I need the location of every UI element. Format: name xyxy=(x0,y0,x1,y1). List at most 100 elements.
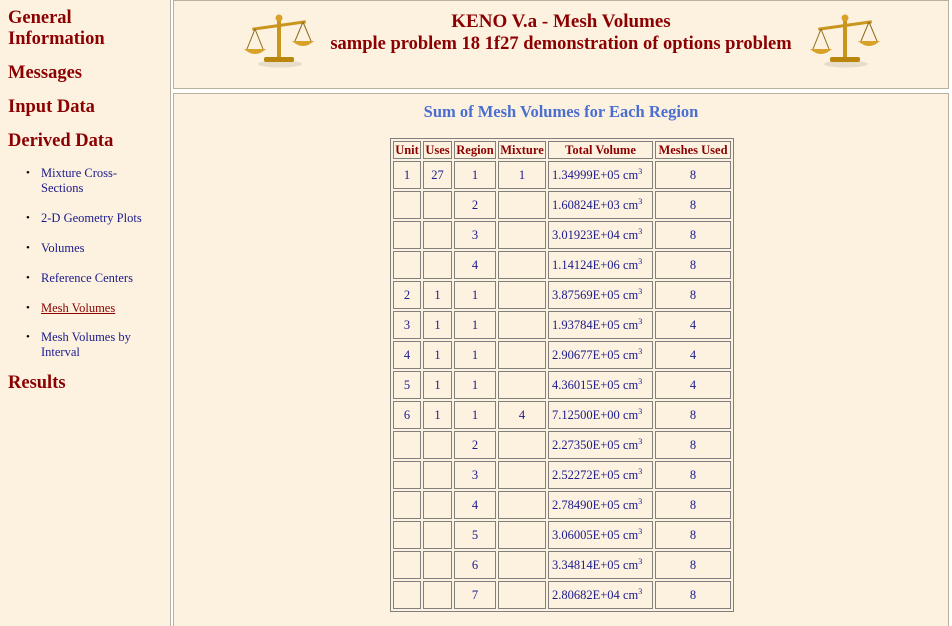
cell-region: 1 xyxy=(454,371,496,399)
nav-heading-input-data[interactable]: Input Data xyxy=(8,97,95,118)
cell-region: 7 xyxy=(454,581,496,609)
nav-item-volumes[interactable]: • Volumes xyxy=(26,241,156,256)
nav-item-label[interactable]: Mesh Volumes xyxy=(41,301,156,316)
cell-total-volume: 1.60824E+03 cm3 xyxy=(548,191,653,219)
mesh-volumes-table: Unit Uses Region Mixture Total Volume Me… xyxy=(390,138,734,612)
cell-region: 4 xyxy=(454,491,496,519)
cell-uses xyxy=(423,521,452,549)
nav-heading-messages[interactable]: Messages xyxy=(8,63,82,84)
nav-heading-general-information[interactable]: General Information xyxy=(8,8,170,50)
cell-mixture: 1 xyxy=(498,161,546,189)
cell-total-volume: 2.52272E+05 cm3 xyxy=(548,461,653,489)
volume-unit: cm xyxy=(622,318,639,333)
cell-unit xyxy=(393,521,421,549)
volume-unit-exponent: 3 xyxy=(638,436,643,446)
cell-mixture xyxy=(498,191,546,219)
volume-unit-exponent: 3 xyxy=(638,586,643,596)
nav-item-mesh-volumes-by-interval[interactable]: • Mesh Volumes by Interval xyxy=(26,330,156,360)
cell-mixture xyxy=(498,341,546,369)
nav-heading-derived-data[interactable]: Derived Data xyxy=(8,131,113,152)
cell-mixture xyxy=(498,371,546,399)
column-header-meshes-used: Meshes Used xyxy=(655,141,731,159)
table-row: 2 2.27350E+05 cm3 8 xyxy=(393,431,731,459)
cell-unit: 5 xyxy=(393,371,421,399)
table-title: Sum of Mesh Volumes for Each Region xyxy=(423,102,699,121)
column-header-unit: Unit xyxy=(393,141,421,159)
cell-total-volume: 7.12500E+00 cm3 xyxy=(548,401,653,429)
cell-total-volume: 1.14124E+06 cm3 xyxy=(548,251,653,279)
cell-meshes-used: 8 xyxy=(655,221,731,249)
cell-region: 1 xyxy=(454,401,496,429)
cell-region: 1 xyxy=(454,281,496,309)
cell-mixture xyxy=(498,581,546,609)
cell-unit: 3 xyxy=(393,311,421,339)
left-nav-panel: General Information Messages Input Data … xyxy=(0,0,171,626)
cell-uses: 1 xyxy=(423,401,452,429)
bullet-icon: • xyxy=(26,167,30,179)
cell-uses xyxy=(423,551,452,579)
cell-meshes-used: 8 xyxy=(655,401,731,429)
cell-region: 1 xyxy=(454,161,496,189)
volume-value: 2.90677E+05 xyxy=(552,348,620,363)
nav-item-mixture-cross-sections[interactable]: • Mixture Cross-Sections xyxy=(26,166,156,196)
cell-uses xyxy=(423,491,452,519)
cell-mixture xyxy=(498,251,546,279)
cell-unit xyxy=(393,491,421,519)
cell-meshes-used: 8 xyxy=(655,251,731,279)
volume-unit-exponent: 3 xyxy=(638,466,643,476)
cell-unit: 2 xyxy=(393,281,421,309)
cell-unit xyxy=(393,581,421,609)
nav-item-label[interactable]: Reference Centers xyxy=(41,271,156,286)
bullet-icon: • xyxy=(26,212,30,224)
table-row: 6 3.34814E+05 cm3 8 xyxy=(393,551,731,579)
volume-unit-exponent: 3 xyxy=(638,286,643,296)
nav-item-2d-geometry-plots[interactable]: • 2-D Geometry Plots xyxy=(26,211,156,226)
volume-value: 3.34814E+05 xyxy=(552,558,620,573)
cell-mixture xyxy=(498,461,546,489)
volume-value: 1.93784E+05 xyxy=(552,318,620,333)
cell-region: 3 xyxy=(454,221,496,249)
cell-total-volume: 4.36015E+05 cm3 xyxy=(548,371,653,399)
volume-unit-exponent: 3 xyxy=(638,496,643,506)
volume-value: 3.06005E+05 xyxy=(552,528,620,543)
cell-total-volume: 2.90677E+05 cm3 xyxy=(548,341,653,369)
cell-mixture xyxy=(498,311,546,339)
volume-unit: cm xyxy=(622,288,639,303)
cell-uses xyxy=(423,191,452,219)
cell-total-volume: 2.80682E+04 cm3 xyxy=(548,581,653,609)
cell-total-volume: 3.34814E+05 cm3 xyxy=(548,551,653,579)
bullet-icon: • xyxy=(26,331,30,343)
cell-unit xyxy=(393,431,421,459)
cell-uses xyxy=(423,581,452,609)
cell-meshes-used: 8 xyxy=(655,431,731,459)
nav-item-label[interactable]: 2-D Geometry Plots xyxy=(41,211,156,226)
nav-item-label[interactable]: Mesh Volumes by Interval xyxy=(41,330,156,360)
volume-value: 2.80682E+04 xyxy=(552,588,620,603)
volume-unit: cm xyxy=(622,408,639,423)
nav-item-label[interactable]: Volumes xyxy=(41,241,156,256)
volume-value: 2.52272E+05 xyxy=(552,468,620,483)
volume-value: 2.27350E+05 xyxy=(552,438,620,453)
volume-unit-exponent: 3 xyxy=(638,226,643,236)
scales-of-justice-icon xyxy=(810,14,880,68)
cell-region: 1 xyxy=(454,341,496,369)
nav-heading-results[interactable]: Results xyxy=(8,373,66,394)
cell-mixture xyxy=(498,221,546,249)
cell-meshes-used: 4 xyxy=(655,371,731,399)
cell-unit xyxy=(393,221,421,249)
volume-unit-exponent: 3 xyxy=(638,556,643,566)
table-row: 6 1 1 4 7.12500E+00 cm3 8 xyxy=(393,401,731,429)
volume-unit: cm xyxy=(622,528,639,543)
volume-unit-exponent: 3 xyxy=(638,166,643,176)
nav-item-mesh-volumes[interactable]: • Mesh Volumes xyxy=(26,301,156,316)
cell-meshes-used: 8 xyxy=(655,551,731,579)
volume-unit-exponent: 3 xyxy=(638,526,643,536)
cell-uses: 1 xyxy=(423,311,452,339)
table-row: 3 2.52272E+05 cm3 8 xyxy=(393,461,731,489)
cell-total-volume: 3.01923E+04 cm3 xyxy=(548,221,653,249)
cell-meshes-used: 8 xyxy=(655,581,731,609)
nav-item-reference-centers[interactable]: • Reference Centers xyxy=(26,271,156,286)
nav-item-label[interactable]: Mixture Cross-Sections xyxy=(41,166,156,196)
cell-region: 3 xyxy=(454,461,496,489)
cell-total-volume: 1.93784E+05 cm3 xyxy=(548,311,653,339)
